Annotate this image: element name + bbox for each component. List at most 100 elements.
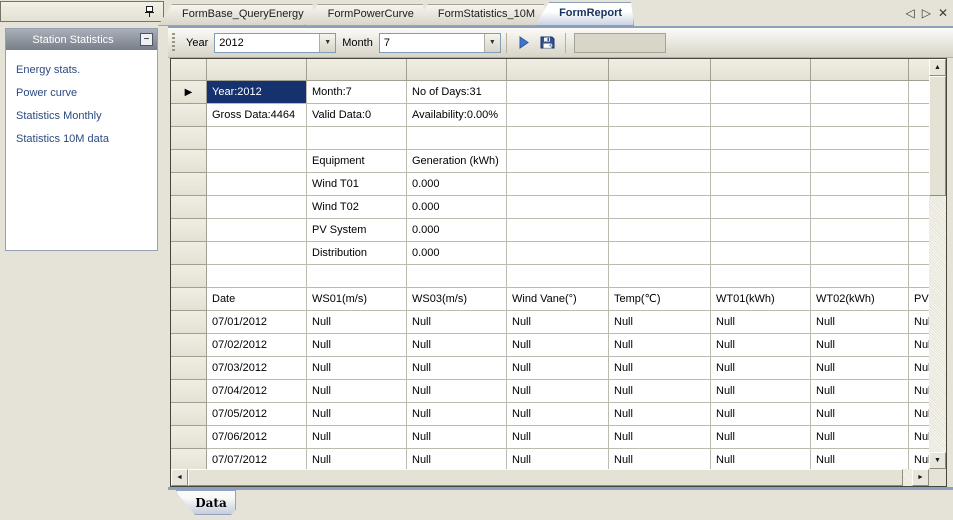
toolbar-grip[interactable]: [172, 33, 175, 53]
grid-cell[interactable]: 0.000: [407, 196, 507, 219]
tab-formstatistics_10m[interactable]: FormStatistics_10M: [414, 4, 547, 26]
grid-cell[interactable]: [909, 81, 929, 104]
tab-formbase_queryenergy[interactable]: FormBase_QueryEnergy: [158, 4, 316, 26]
grid-cell[interactable]: [609, 196, 711, 219]
grid-cell[interactable]: Wind T02: [307, 196, 407, 219]
grid-cell[interactable]: Null: [507, 311, 609, 334]
scroll-tabs-left-icon[interactable]: ◁: [905, 6, 914, 20]
grid-cell[interactable]: [207, 150, 307, 173]
grid-cell[interactable]: Wind Vane(°): [507, 288, 609, 311]
grid-cell[interactable]: 07/01/2012: [207, 311, 307, 334]
row-selector[interactable]: [171, 403, 207, 426]
grid-cell[interactable]: Null: [307, 426, 407, 449]
grid-cell[interactable]: [207, 242, 307, 265]
grid-cell[interactable]: [609, 81, 711, 104]
grid-cell[interactable]: Month:7: [307, 81, 407, 104]
grid-cell[interactable]: Null: [307, 449, 407, 469]
grid-cell[interactable]: [711, 265, 811, 288]
column-header-0[interactable]: [207, 59, 307, 81]
grid-cell[interactable]: Null: [609, 426, 711, 449]
grid-cell[interactable]: [811, 242, 909, 265]
sidebar-item-3[interactable]: Statistics 10M data: [6, 128, 157, 151]
grid-cell[interactable]: 07/06/2012: [207, 426, 307, 449]
grid-cell[interactable]: Null: [407, 311, 507, 334]
grid-cell[interactable]: PV System: [307, 219, 407, 242]
grid-cell[interactable]: [909, 242, 929, 265]
scroll-down-icon[interactable]: ▼: [929, 452, 946, 469]
grid-cell[interactable]: Null: [811, 449, 909, 469]
grid-cell[interactable]: Null: [507, 380, 609, 403]
grid-cell[interactable]: Null: [307, 311, 407, 334]
grid-cell[interactable]: Valid Data:0: [307, 104, 407, 127]
grid-cell[interactable]: [307, 127, 407, 150]
row-selector[interactable]: [171, 173, 207, 196]
grid-cell[interactable]: Null: [711, 449, 811, 469]
grid-cell[interactable]: Null: [711, 334, 811, 357]
grid-cell[interactable]: [909, 196, 929, 219]
chevron-down-icon[interactable]: ▼: [484, 34, 500, 52]
grid-cell[interactable]: Null: [811, 403, 909, 426]
grid-cell[interactable]: Generation (kWh): [407, 150, 507, 173]
column-header-1[interactable]: [307, 59, 407, 81]
row-selector[interactable]: [171, 357, 207, 380]
column-header-4[interactable]: [609, 59, 711, 81]
grid-cell[interactable]: [711, 173, 811, 196]
grid-cell[interactable]: 0.000: [407, 219, 507, 242]
grid-cell[interactable]: Null: [811, 311, 909, 334]
column-header-3[interactable]: [507, 59, 609, 81]
grid-cell[interactable]: 07/03/2012: [207, 357, 307, 380]
grid-cell[interactable]: Date: [207, 288, 307, 311]
grid-cell[interactable]: [407, 265, 507, 288]
grid-cell[interactable]: 0.000: [407, 242, 507, 265]
grid-cell[interactable]: [207, 173, 307, 196]
grid-cell[interactable]: [711, 219, 811, 242]
grid-cell[interactable]: Gross Data:4464: [207, 104, 307, 127]
grid-cell[interactable]: Null: [909, 357, 929, 380]
grid-cell[interactable]: Null: [307, 380, 407, 403]
grid-cell[interactable]: Null: [909, 334, 929, 357]
grid-cell[interactable]: WT01(kWh): [711, 288, 811, 311]
row-selector[interactable]: [171, 104, 207, 127]
row-selector[interactable]: [171, 196, 207, 219]
grid-cell[interactable]: WS01(m/s): [307, 288, 407, 311]
grid-cell[interactable]: Null: [711, 380, 811, 403]
scroll-up-icon[interactable]: ▲: [929, 59, 946, 76]
grid-cell[interactable]: [207, 196, 307, 219]
grid-cell[interactable]: Null: [909, 403, 929, 426]
grid-cell[interactable]: Null: [609, 380, 711, 403]
grid-cell[interactable]: [507, 127, 609, 150]
grid-cell[interactable]: Wind T01: [307, 173, 407, 196]
grid-cell[interactable]: Null: [407, 334, 507, 357]
grid-cell[interactable]: [811, 219, 909, 242]
vertical-scroll-thumb[interactable]: [929, 76, 946, 196]
grid-cell[interactable]: [307, 265, 407, 288]
column-header-6[interactable]: [811, 59, 909, 81]
grid-cell[interactable]: [811, 173, 909, 196]
grid-cell[interactable]: 07/05/2012: [207, 403, 307, 426]
grid-cell[interactable]: Null: [609, 403, 711, 426]
row-selector[interactable]: [171, 219, 207, 242]
row-selector[interactable]: [171, 288, 207, 311]
grid-cell[interactable]: [711, 196, 811, 219]
grid-cell[interactable]: Equipment: [307, 150, 407, 173]
row-selector[interactable]: [171, 127, 207, 150]
row-selector[interactable]: [171, 334, 207, 357]
grid-cell[interactable]: [909, 104, 929, 127]
grid-cell[interactable]: Null: [811, 426, 909, 449]
scroll-tabs-right-icon[interactable]: ▷: [922, 6, 931, 20]
grid-cell[interactable]: [909, 173, 929, 196]
collapse-icon[interactable]: −: [140, 33, 153, 46]
grid-cell[interactable]: [507, 150, 609, 173]
grid-cell[interactable]: Null: [909, 311, 929, 334]
grid-cell[interactable]: [711, 127, 811, 150]
grid-cell[interactable]: Null: [609, 357, 711, 380]
grid-cell[interactable]: [507, 104, 609, 127]
sidebar-item-2[interactable]: Statistics Monthly: [6, 105, 157, 128]
grid-cell[interactable]: [909, 219, 929, 242]
grid-cell[interactable]: Null: [507, 426, 609, 449]
scroll-left-icon[interactable]: ◄: [171, 469, 188, 486]
grid-cell[interactable]: [811, 104, 909, 127]
close-tab-icon[interactable]: ✕: [938, 6, 948, 20]
pin-icon[interactable]: [144, 6, 155, 18]
grid-cell[interactable]: Null: [407, 449, 507, 469]
